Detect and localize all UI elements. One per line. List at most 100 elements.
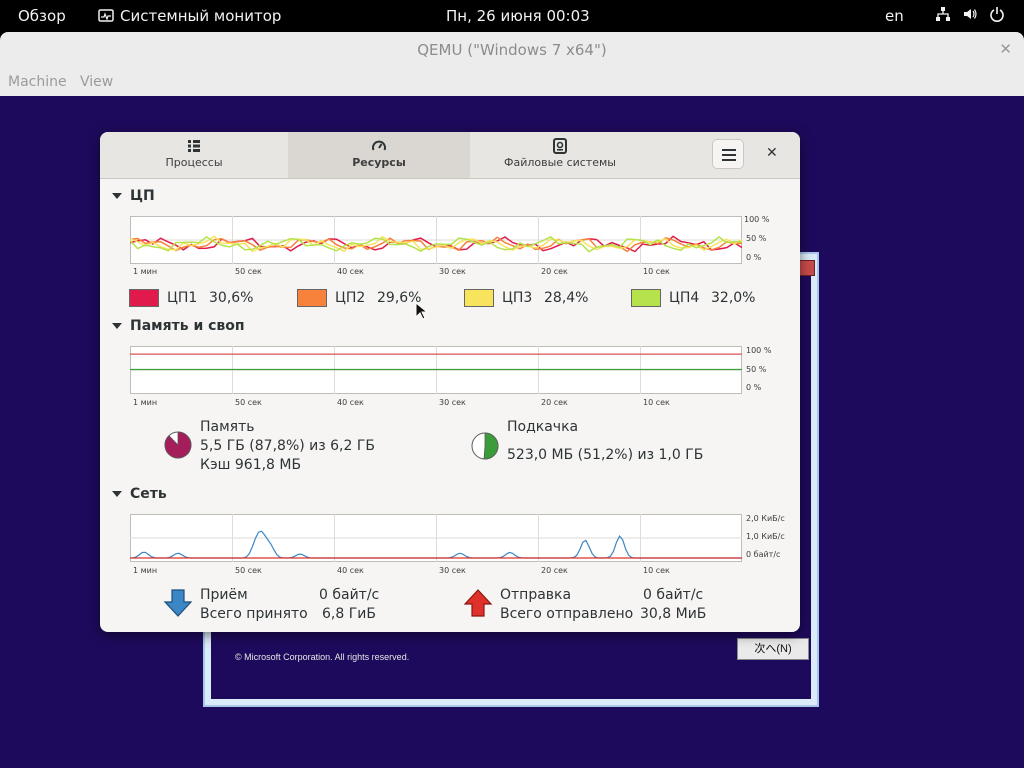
cpu4-label: ЦП4 xyxy=(669,290,700,306)
cpu2-legend[interactable]: ЦП2 29,6% xyxy=(297,288,421,308)
time-tick-label: 30 сек xyxy=(439,566,466,575)
send-rate: 0 байт/с xyxy=(643,587,704,603)
time-tick-label: 20 сек xyxy=(541,566,568,575)
memory-title: Память и своп xyxy=(130,318,245,334)
menu-machine[interactable]: Machine xyxy=(8,74,67,90)
network-graph xyxy=(130,514,742,562)
time-tick-label: 10 сек xyxy=(643,398,670,407)
time-tick-label: 20 сек xyxy=(541,398,568,407)
receive-total-label: Всего принято xyxy=(200,606,308,622)
net-ytick-2: 2,0 КиБ/с xyxy=(746,514,785,523)
time-tick-label: 20 сек xyxy=(541,267,568,276)
gnome-top-bar: Обзор Системный монитор Пн, 26 июня 00:0… xyxy=(0,0,1024,32)
qemu-close-icon[interactable]: ✕ xyxy=(999,40,1012,58)
time-tick-label: 10 сек xyxy=(643,267,670,276)
swap-stats: Подкачка 523,0 МБ (51,2%) из 1,0 ГБ xyxy=(507,418,703,465)
clock[interactable]: Пн, 26 июня 00:03 xyxy=(446,7,590,25)
receive-rate: 0 байт/с xyxy=(319,587,380,603)
cpu-ytick-0: 0 % xyxy=(746,253,762,262)
volume-icon xyxy=(961,6,978,23)
activities-button[interactable]: Обзор xyxy=(18,7,66,25)
cpu2-label: ЦП2 xyxy=(335,290,366,306)
disk-icon xyxy=(553,138,567,154)
system-tray[interactable] xyxy=(934,6,1005,23)
cpu3-legend[interactable]: ЦП3 28,4% xyxy=(464,288,588,308)
cpu4-value: 32,0% xyxy=(711,290,756,306)
tab-processes[interactable]: Процессы xyxy=(100,132,288,178)
memory-label: Память xyxy=(200,419,255,435)
cpu-title: ЦП xyxy=(130,188,155,204)
tab-processes-label: Процессы xyxy=(165,156,223,169)
app-name: Системный монитор xyxy=(120,7,282,25)
keyboard-layout[interactable]: en xyxy=(885,7,904,25)
cpu4-color-swatch[interactable] xyxy=(631,289,661,307)
next-button[interactable]: 次へ(N) xyxy=(737,638,809,660)
qemu-title: QEMU ("Windows 7 x64") xyxy=(417,41,607,59)
send-label: Отправка xyxy=(500,587,572,603)
upload-arrow-icon[interactable] xyxy=(463,588,493,618)
list-icon xyxy=(188,140,200,152)
app-menu[interactable]: Системный монитор xyxy=(98,7,281,25)
receive-total: 6,8 ГиБ xyxy=(322,606,376,622)
cpu-ytick-50: 50 % xyxy=(746,234,767,243)
close-icon[interactable]: ✕ xyxy=(766,145,778,161)
time-tick-label: 40 сек xyxy=(337,398,364,407)
time-tick-label: 1 мин xyxy=(133,566,158,575)
mouse-pointer-icon xyxy=(415,302,427,320)
network-section-header[interactable]: Сеть xyxy=(112,486,167,502)
gauge-icon xyxy=(372,140,386,151)
swap-pie-icon[interactable] xyxy=(469,430,501,462)
cpu-section-header[interactable]: ЦП xyxy=(112,188,155,204)
cpu-graph xyxy=(130,216,742,264)
send-total: 30,8 МиБ xyxy=(640,606,707,622)
system-monitor-icon xyxy=(98,9,114,22)
time-tick-label: 30 сек xyxy=(439,267,466,276)
cpu1-label: ЦП1 xyxy=(167,290,198,306)
time-tick-label: 30 сек xyxy=(439,398,466,407)
download-arrow-icon[interactable] xyxy=(163,588,193,618)
cpu1-color-swatch[interactable] xyxy=(129,289,159,307)
cpu3-value: 28,4% xyxy=(544,290,589,306)
qemu-menubar: Machine View xyxy=(0,68,1024,97)
cpu3-color-swatch[interactable] xyxy=(464,289,494,307)
qemu-titlebar: QEMU ("Windows 7 x64") ✕ xyxy=(0,32,1024,68)
memory-pie-icon[interactable] xyxy=(162,429,194,461)
receive-label: Приём xyxy=(200,587,248,603)
time-tick-label: 10 сек xyxy=(643,566,670,575)
memory-cache: Кэш 961,8 МБ xyxy=(200,457,302,473)
tab-filesystems-label: Файловые системы xyxy=(504,156,616,169)
tab-resources-label: Ресурсы xyxy=(352,156,406,169)
cpu-ytick-100: 100 % xyxy=(744,215,770,224)
memory-section-header[interactable]: Память и своп xyxy=(112,318,245,334)
expander-arrow-icon xyxy=(112,491,122,497)
mem-ytick-0: 0 % xyxy=(746,383,762,392)
expander-arrow-icon xyxy=(112,323,122,329)
time-tick-label: 50 сек xyxy=(235,267,262,276)
cpu1-legend[interactable]: ЦП1 30,6% xyxy=(129,288,253,308)
time-tick-label: 50 сек xyxy=(235,398,262,407)
time-tick-label: 40 сек xyxy=(337,566,364,575)
time-tick-label: 50 сек xyxy=(235,566,262,575)
memory-graph xyxy=(130,346,742,394)
net-ytick-1: 1,0 КиБ/с xyxy=(746,532,785,541)
send-stats: Отправка 0 байт/с Всего отправлено 30,8 Ми… xyxy=(500,586,706,624)
tab-resources[interactable]: Ресурсы xyxy=(288,132,470,178)
main-menu-button[interactable] xyxy=(712,139,744,169)
send-total-label: Всего отправлено xyxy=(500,606,634,622)
network-chart xyxy=(130,514,742,562)
menu-view[interactable]: View xyxy=(80,74,113,90)
network-icon xyxy=(934,6,951,23)
cpu4-legend[interactable]: ЦП4 32,0% xyxy=(631,288,755,308)
time-tick-label: 1 мин xyxy=(133,398,158,407)
memory-chart xyxy=(130,346,742,394)
tab-filesystems[interactable]: Файловые системы xyxy=(470,132,650,178)
cpu-chart xyxy=(130,216,742,264)
receive-stats: Приём 0 байт/с Всего принято 6,8 ГиБ xyxy=(200,586,379,624)
memory-value: 5,5 ГБ (87,8%) из 6,2 ГБ xyxy=(200,438,376,454)
mem-ytick-100: 100 % xyxy=(746,346,772,355)
system-monitor-window: Процессы Ресурсы Файловые системы ✕ ЦП 1… xyxy=(100,132,800,632)
swap-value: 523,0 МБ (51,2%) из 1,0 ГБ xyxy=(507,447,704,463)
time-tick-label: 40 сек xyxy=(337,267,364,276)
setup-close-button[interactable] xyxy=(799,260,815,276)
cpu2-color-swatch[interactable] xyxy=(297,289,327,307)
